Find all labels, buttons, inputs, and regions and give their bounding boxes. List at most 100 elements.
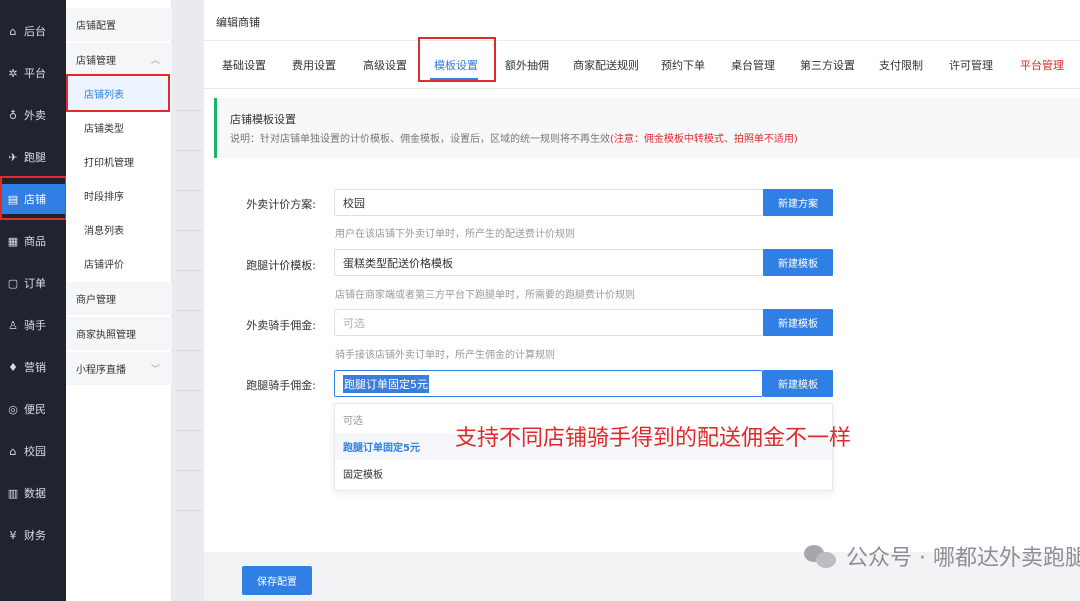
nav-item-goods[interactable]: ▦ 商品 bbox=[0, 226, 66, 256]
label-delivery-rider-commission: 外卖骑手佣金: bbox=[246, 319, 316, 332]
chevron-up-icon: ︿ bbox=[150, 56, 160, 66]
background-divider bbox=[176, 110, 202, 111]
tab-platform-management[interactable]: 平台管理 bbox=[1020, 57, 1064, 73]
background-divider bbox=[176, 470, 202, 471]
submenu-printer[interactable]: 打印机管理 bbox=[66, 145, 172, 178]
home-icon: ⌂ bbox=[9, 24, 17, 38]
errand-rider-commission-select[interactable]: 跑腿订单固定5元 bbox=[334, 370, 763, 397]
nav-item-errand[interactable]: ✈ 跑腿 bbox=[0, 142, 66, 172]
tab-payment-limit[interactable]: 支付限制 bbox=[879, 57, 923, 73]
chevron-down-icon: ﹀ bbox=[150, 365, 160, 375]
new-delivery-commission-button[interactable]: 新建模板 bbox=[763, 309, 833, 336]
nav-item-rider[interactable]: ♙ 骑手 bbox=[0, 310, 66, 340]
delivery-icon: ♁ bbox=[8, 108, 18, 122]
submenu-label: 商户管理 bbox=[76, 295, 116, 306]
save-config-button[interactable]: 保存配置 bbox=[242, 566, 312, 595]
nav-item-order[interactable]: ▢ 订单 bbox=[0, 268, 66, 298]
dropdown-option[interactable]: 固定模板 bbox=[335, 460, 832, 487]
background-divider bbox=[176, 510, 202, 511]
submenu-label: 商家执照管理 bbox=[76, 330, 136, 341]
watermark: 公众号 · 哪都达外卖跑腿系统 bbox=[804, 540, 1080, 572]
nav-label: 便民 bbox=[24, 403, 46, 416]
tab-reservation[interactable]: 预约下单 bbox=[661, 57, 705, 73]
errand-pricing-select[interactable]: 蛋糕类型配送价格模板 bbox=[334, 249, 764, 276]
submenu-store-config[interactable]: 店铺配置 bbox=[66, 8, 172, 41]
order-icon: ▢ bbox=[7, 276, 19, 290]
nav-label: 数据 bbox=[24, 487, 46, 500]
submenu-store-type[interactable]: 店铺类型 bbox=[66, 111, 172, 144]
tab-advanced-settings[interactable]: 高级设置 bbox=[363, 57, 407, 73]
submenu-time-sort[interactable]: 时段排序 bbox=[66, 179, 172, 212]
watermark-text: 公众号 · 哪都达外卖跑腿系统 bbox=[846, 546, 1080, 571]
tab-basic-settings[interactable]: 基础设置 bbox=[222, 57, 266, 73]
highlight-box-store-list bbox=[66, 74, 170, 112]
nav-item-backend[interactable]: ⌂ 后台 bbox=[0, 16, 66, 46]
new-errand-commission-button[interactable]: 新建模板 bbox=[763, 370, 833, 397]
submenu-store-review[interactable]: 店铺评价 bbox=[66, 247, 172, 280]
nav-item-finance[interactable]: ¥ 财务 bbox=[0, 520, 66, 550]
notice-description: 说明：针对店铺单独设置的计价模板、佣金模板，设置后，区域的统一规则将不再生效(注… bbox=[230, 130, 798, 145]
tab-third-party[interactable]: 第三方设置 bbox=[800, 57, 855, 73]
submenu-label: 店铺配置 bbox=[76, 21, 116, 32]
submenu-label: 打印机管理 bbox=[84, 158, 134, 169]
new-plan-button[interactable]: 新建方案 bbox=[763, 189, 833, 216]
notice-box: 店铺模板设置 说明：针对店铺单独设置的计价模板、佣金模板，设置后，区域的统一规则… bbox=[214, 98, 1080, 158]
notice-title: 店铺模板设置 bbox=[230, 113, 296, 126]
nav-item-convenience[interactable]: ◎ 便民 bbox=[0, 394, 66, 424]
marketing-icon: ♦ bbox=[8, 360, 18, 374]
title-divider bbox=[204, 40, 1080, 41]
label-delivery-pricing: 外卖计价方案: bbox=[246, 198, 316, 211]
campus-icon: ⌂ bbox=[9, 444, 17, 458]
nav-label: 外卖 bbox=[24, 109, 46, 122]
submenu-messages[interactable]: 消息列表 bbox=[66, 213, 172, 246]
notice-desc-text: 说明：针对店铺单独设置的计价模板、佣金模板，设置后，区域的统一规则将不再生效 bbox=[230, 134, 610, 145]
delivery-rider-commission-select[interactable]: 可选 bbox=[334, 309, 764, 336]
help-delivery-pricing: 用户在该店铺下外卖订单时，所产生的配送费计价规则 bbox=[335, 229, 575, 240]
nav-label: 订单 bbox=[24, 277, 46, 290]
tab-fee-settings[interactable]: 费用设置 bbox=[292, 57, 336, 73]
submenu-label: 店铺管理 bbox=[76, 56, 116, 67]
highlight-box-template-tab bbox=[418, 37, 496, 82]
goods-icon: ▦ bbox=[7, 234, 19, 248]
background-divider bbox=[176, 430, 202, 431]
nav-label: 校园 bbox=[24, 445, 46, 458]
new-errand-template-button[interactable]: 新建模板 bbox=[763, 249, 833, 276]
tab-license-management[interactable]: 许可管理 bbox=[949, 57, 993, 73]
delivery-pricing-select[interactable]: 校园 bbox=[334, 189, 764, 216]
submenu-merchant-management[interactable]: 商户管理 bbox=[66, 282, 172, 315]
submenu-label: 店铺评价 bbox=[84, 260, 124, 271]
nav-item-campus[interactable]: ⌂ 校园 bbox=[0, 436, 66, 466]
background-divider bbox=[176, 350, 202, 351]
nav-item-marketing[interactable]: ♦ 营销 bbox=[0, 352, 66, 382]
nav-item-data[interactable]: ▥ 数据 bbox=[0, 478, 66, 508]
background-divider bbox=[176, 150, 202, 151]
background-divider bbox=[176, 190, 202, 191]
submenu-label: 小程序直播 bbox=[76, 365, 126, 376]
background-divider bbox=[176, 230, 202, 231]
tab-extra-commission[interactable]: 额外抽佣 bbox=[505, 57, 549, 73]
help-delivery-rider-commission: 骑手接该店铺外卖订单时，所产生佣金的计算规则 bbox=[335, 350, 555, 361]
nav-label: 营销 bbox=[24, 361, 46, 374]
tab-delivery-rules[interactable]: 商家配送规则 bbox=[573, 57, 639, 73]
help-errand-pricing: 店铺在商家端或者第三方平台下跑腿单时，所需要的跑腿费计价规则 bbox=[335, 290, 635, 301]
data-icon: ▥ bbox=[7, 486, 19, 500]
gear-icon: ✲ bbox=[8, 66, 18, 80]
nav-label: 商品 bbox=[24, 235, 46, 248]
nav-item-delivery[interactable]: ♁ 外卖 bbox=[0, 100, 66, 130]
background-divider bbox=[176, 270, 202, 271]
wechat-icon bbox=[804, 543, 838, 569]
select-value: 校园 bbox=[343, 196, 365, 210]
submenu-store-management[interactable]: 店铺管理 ︿ bbox=[66, 43, 172, 76]
label-errand-rider-commission: 跑腿骑手佣金: bbox=[246, 379, 316, 392]
select-placeholder: 可选 bbox=[343, 316, 365, 330]
background-divider bbox=[176, 310, 202, 311]
nav-label: 平台 bbox=[24, 67, 46, 80]
select-value: 跑腿订单固定5元 bbox=[343, 374, 429, 393]
tab-table-management[interactable]: 桌台管理 bbox=[731, 57, 775, 73]
nav-item-platform[interactable]: ✲ 平台 bbox=[0, 58, 66, 88]
rider-icon: ♙ bbox=[8, 318, 18, 332]
nav-label: 后台 bbox=[24, 25, 46, 38]
submenu-mini-live[interactable]: 小程序直播 ﹀ bbox=[66, 352, 172, 385]
submenu-license-management[interactable]: 商家执照管理 bbox=[66, 317, 172, 350]
edit-store-modal: 编辑商铺 基础设置 费用设置 高级设置 模板设置 额外抽佣 商家配送规则 预约下… bbox=[204, 0, 1080, 601]
